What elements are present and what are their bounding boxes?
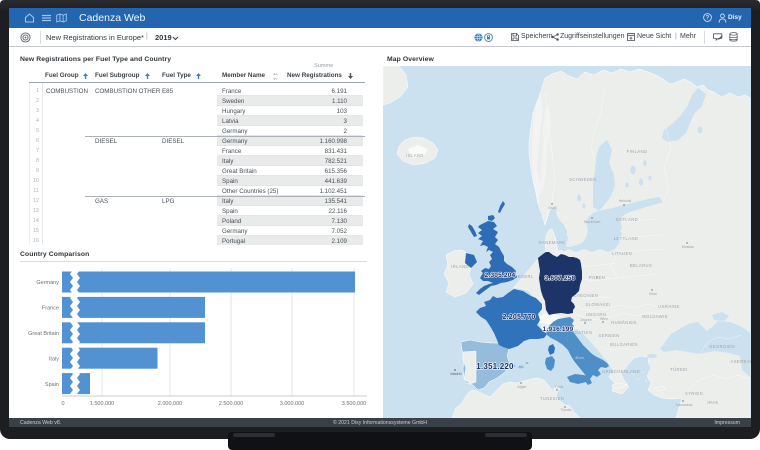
svg-text:Oslo: Oslo [548,206,555,210]
svg-text:Italy: Italy [49,357,59,363]
svg-text:Moskau: Moskau [682,245,695,249]
svg-text:Kiew: Kiew [649,292,657,296]
svg-text:Germany: Germany [36,280,59,286]
svg-text:1.351.220: 1.351.220 [476,362,514,371]
svg-text:IRLAND: IRLAND [451,264,469,269]
svg-text:Zagreb: Zagreb [580,318,591,322]
svg-text:RUMÄNIEN: RUMÄNIEN [611,320,637,325]
svg-text:POLEN: POLEN [589,275,605,280]
svg-text:Rom: Rom [576,356,584,360]
svg-text:3.500.000: 3.500.000 [342,401,366,407]
svg-text:SERBIEN: SERBIEN [598,333,619,338]
svg-text:2.305.204: 2.305.204 [485,272,516,279]
svg-text:ASERBAI: ASERBAI [731,359,751,364]
svg-text:TÜRKEI: TÜRKEI [670,367,688,372]
svg-text:2.000.000: 2.000.000 [158,401,182,407]
svg-text:DANEMARK: DANEMARK [539,240,566,245]
svg-text:FINLAND: FINLAND [627,149,648,154]
svg-text:BULGARIEN: BULGARIEN [610,342,638,347]
svg-text:Tunis: Tunis [555,385,564,389]
svg-text:France: France [42,306,59,312]
svg-text:TUNESIEN: TUNESIEN [540,396,564,401]
svg-text:1.916.199: 1.916.199 [543,326,574,333]
svg-text:Stockholm: Stockholm [584,220,601,224]
svg-text:Helsinki: Helsinki [619,199,632,203]
svg-text:BELARUS: BELARUS [630,263,652,268]
svg-text:2.205.770: 2.205.770 [503,314,536,321]
svg-text:MOLDAWIE: MOLDAWIE [642,314,668,319]
svg-text:NEDERL: NEDERL [514,274,534,279]
svg-text:1.500.000: 1.500.000 [90,401,114,407]
svg-text:LETTLAND: LETTLAND [614,236,639,241]
svg-text:GRIECHENLAND: GRIECHENLAND [602,369,640,374]
svg-text:Algier: Algier [517,385,527,389]
svg-text:3.000.000: 3.000.000 [280,401,304,407]
svg-text:GEORGIEN: GEORGIEN [709,344,735,349]
svg-text:Spain: Spain [45,382,59,388]
svg-text:?: ? [706,16,710,22]
svg-text:2.500.000: 2.500.000 [219,401,243,407]
svg-text:Damaskus: Damaskus [676,403,693,407]
svg-text:LITAUEN: LITAUEN [612,251,632,256]
svg-text:Wien: Wien [600,317,608,321]
svg-text:0: 0 [61,401,64,407]
svg-text:IRAK: IRAK [707,400,718,405]
svg-text:UKRAINE: UKRAINE [658,304,679,309]
svg-text:3.607.258: 3.607.258 [545,275,576,282]
svg-text:ESTLAND: ESTLAND [616,217,638,222]
svg-text:Great Britain: Great Britain [28,331,59,337]
svg-text:SCHWEDEN: SCHWEDEN [569,177,597,182]
svg-text:Tripolis: Tripolis [560,408,572,412]
svg-text:SLOWAKEI: SLOWAKEI [586,302,611,307]
svg-text:SYRIEN: SYRIEN [685,391,703,396]
svg-text:Madrid: Madrid [451,372,462,376]
svg-text:ISLAND: ISLAND [406,153,424,158]
